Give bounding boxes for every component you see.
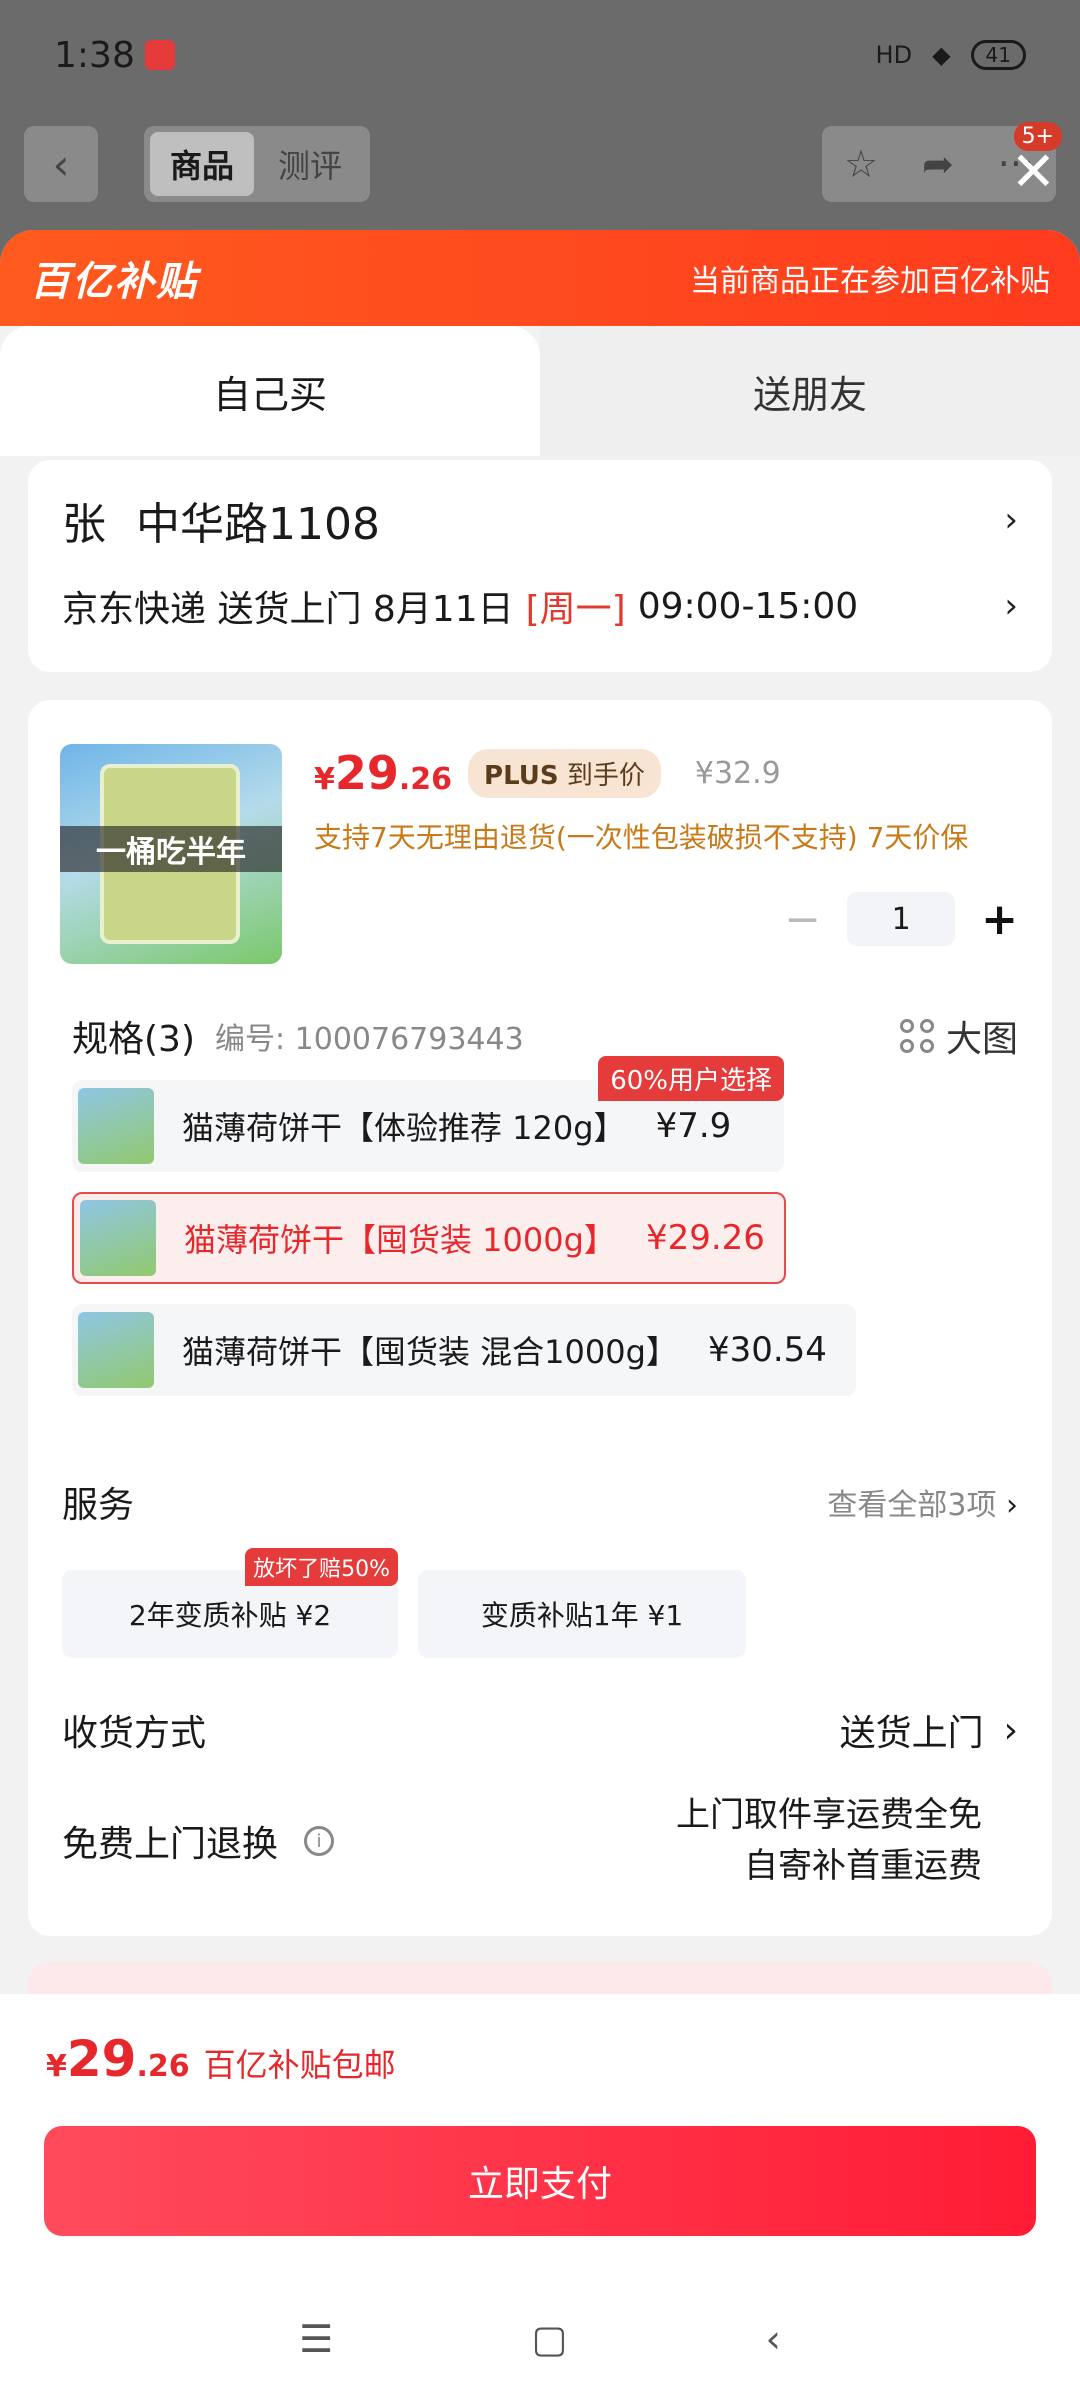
status-time: 1:38 [54, 34, 135, 76]
product-image-caption: 一桶吃半年 [60, 826, 282, 872]
product-card: 一桶吃半年 ¥29.26 PLUS 到手价 ¥32.9 支持7天无理由退货(一次… [28, 700, 1052, 1936]
free-return-label: 免费上门退换 [62, 1824, 279, 1865]
chevron-right-icon: › [1004, 586, 1018, 626]
current-price: ¥29.26 [314, 746, 453, 800]
return-policy: 支持7天无理由退货(一次性包装破损不支持) 7天价保 [314, 821, 969, 854]
home-icon[interactable]: ▢ [531, 2317, 567, 2361]
spec-option-1[interactable]: 猫薄荷饼干【体验推荐 120g】 ¥7.9 60%用户选择 [72, 1056, 784, 1172]
big-image-button[interactable]: 大图 [899, 1010, 1018, 1062]
delivery-carrier: 京东快递 送货上门 8月11日 [62, 589, 514, 630]
product-image[interactable]: 一桶吃半年 [60, 744, 282, 964]
option-price: ¥7.9 [655, 1106, 732, 1146]
quantity-stepper: − 1 + [784, 892, 1018, 946]
free-shipping-note: 百亿补贴包邮 [203, 2046, 396, 2084]
product-header: ‹ 商品 测评 ☆ ➦ ··· 5+ [24, 122, 1062, 202]
service-title: 服务 [62, 1485, 135, 1526]
option-name: 猫薄荷饼干【囤货装 混合1000g】 [182, 1333, 678, 1371]
option-name: 猫薄荷饼干【囤货装 1000g】 [184, 1221, 616, 1259]
share-icon[interactable]: ➦ [922, 142, 954, 186]
spec-title: 规格(3) [72, 1019, 195, 1060]
spec-option-3[interactable]: 猫薄荷饼干【囤货装 混合1000g】 ¥30.54 [72, 1304, 856, 1396]
pay-now-button[interactable]: 立即支付 [44, 2126, 1036, 2236]
delivery-time: 09:00-15:00 [637, 585, 859, 627]
total-price-row: ¥29.26 百亿补贴包邮 [46, 2030, 396, 2088]
free-return-desc: 上门取件享运费全免 自寄补首重运费 [676, 1795, 982, 1886]
minus-button[interactable]: − [784, 894, 821, 945]
shipping-value: 送货上门 [839, 1713, 984, 1754]
shipping-label: 收货方式 [62, 1713, 207, 1754]
address-line[interactable]: 张 中华路1108 › [62, 488, 1018, 552]
service-label: 变质补贴1年 ¥1 [480, 1599, 684, 1632]
recipient-name: 张 [62, 499, 106, 550]
plus-button[interactable]: + [981, 894, 1018, 945]
option-thumbnail [80, 1200, 156, 1276]
tab-buy-self[interactable]: 自己买 [0, 326, 540, 456]
chevron-right-icon: › [1004, 500, 1018, 540]
original-price: ¥32.9 [694, 755, 781, 791]
popular-tag: 60%用户选择 [598, 1056, 784, 1101]
plus-price-tag: PLUS 到手价 [468, 748, 661, 798]
tab-product[interactable]: 商品 [150, 132, 254, 196]
chevron-right-icon: › [1003, 1709, 1018, 1751]
delivery-weekday: [周一] [525, 589, 626, 630]
delivery-line[interactable]: 京东快递 送货上门 8月11日 [周一] 09:00-15:00 › [62, 580, 1018, 632]
option-name: 猫薄荷饼干【体验推荐 120g】 [182, 1109, 626, 1147]
tab-gift-friend[interactable]: 送朋友 [540, 326, 1080, 456]
subsidy-banner: 百亿补贴 当前商品正在参加百亿补贴 [0, 230, 1080, 326]
spec-option-2-selected[interactable]: 猫薄荷饼干【囤货装 1000g】 ¥29.26 [72, 1192, 786, 1284]
product-code: 编号: 100076793443 [215, 1022, 524, 1057]
back-icon: ‹ [52, 139, 70, 189]
street: 中华路1108 [136, 499, 380, 550]
option-thumbnail [78, 1312, 154, 1388]
option-price: ¥30.54 [707, 1330, 827, 1370]
close-icon[interactable]: ✕ [1011, 140, 1056, 203]
battery-icon: 41 [970, 40, 1026, 70]
status-right: HD ◆ 41 [876, 40, 1026, 70]
bottom-bar: ¥29.26 百亿补贴包邮 立即支付 ☰ ▢ ‹ [0, 1994, 1080, 2400]
wifi-icon: ◆ [932, 41, 951, 69]
total-price: ¥29.26 [46, 2030, 190, 2088]
service-header: 服务 查看全部3项 › [62, 1476, 1018, 1528]
service-option-2[interactable]: 变质补贴1年 ¥1 [418, 1570, 746, 1658]
service-view-all[interactable]: 查看全部3项 › [827, 1480, 1018, 1524]
subsidy-logo: 百亿补贴 [30, 259, 198, 305]
info-icon[interactable]: i [304, 1826, 335, 1856]
back-button[interactable]: ‹ [24, 126, 98, 202]
free-return-row: 免费上门退换 i 上门取件享运费全免 自寄补首重运费 [62, 1786, 1018, 1896]
header-tabs: 商品 测评 [144, 126, 370, 202]
option-price: ¥29.26 [645, 1218, 765, 1258]
app-notification-icon [144, 40, 175, 70]
grid-icon [899, 1019, 934, 1053]
shipping-row[interactable]: 收货方式 送货上门 › [62, 1704, 1018, 1756]
status-bar: 1:38 HD ◆ 41 [0, 0, 1080, 110]
system-nav: ☰ ▢ ‹ [0, 2304, 1080, 2374]
menu-icon[interactable]: ☰ [299, 2317, 333, 2361]
price-row: ¥29.26 PLUS 到手价 ¥32.9 [314, 746, 781, 800]
quantity-input[interactable]: 1 [847, 892, 956, 946]
tab-review[interactable]: 测评 [262, 132, 358, 196]
service-tag: 放坏了赔50% [245, 1548, 398, 1586]
big-image-label: 大图 [945, 1019, 1018, 1060]
buy-tabs: 自己买 送朋友 [0, 326, 1080, 456]
service-option-1[interactable]: 2年变质补贴 ¥2 放坏了赔50% [62, 1548, 398, 1658]
address-card[interactable]: 张 中华路1108 › 京东快递 送货上门 8月11日 [周一] 09:00-1… [28, 460, 1052, 672]
spec-header: 规格(3) 编号: 100076793443 大图 [72, 1010, 1018, 1062]
option-thumbnail [78, 1088, 154, 1164]
star-icon[interactable]: ☆ [844, 142, 878, 186]
subsidy-text: 当前商品正在参加百亿补贴 [690, 264, 1050, 299]
signal-icon: HD [875, 41, 913, 69]
service-label: 2年变质补贴 ¥2 [128, 1599, 332, 1632]
back-nav-icon[interactable]: ‹ [766, 2317, 781, 2361]
